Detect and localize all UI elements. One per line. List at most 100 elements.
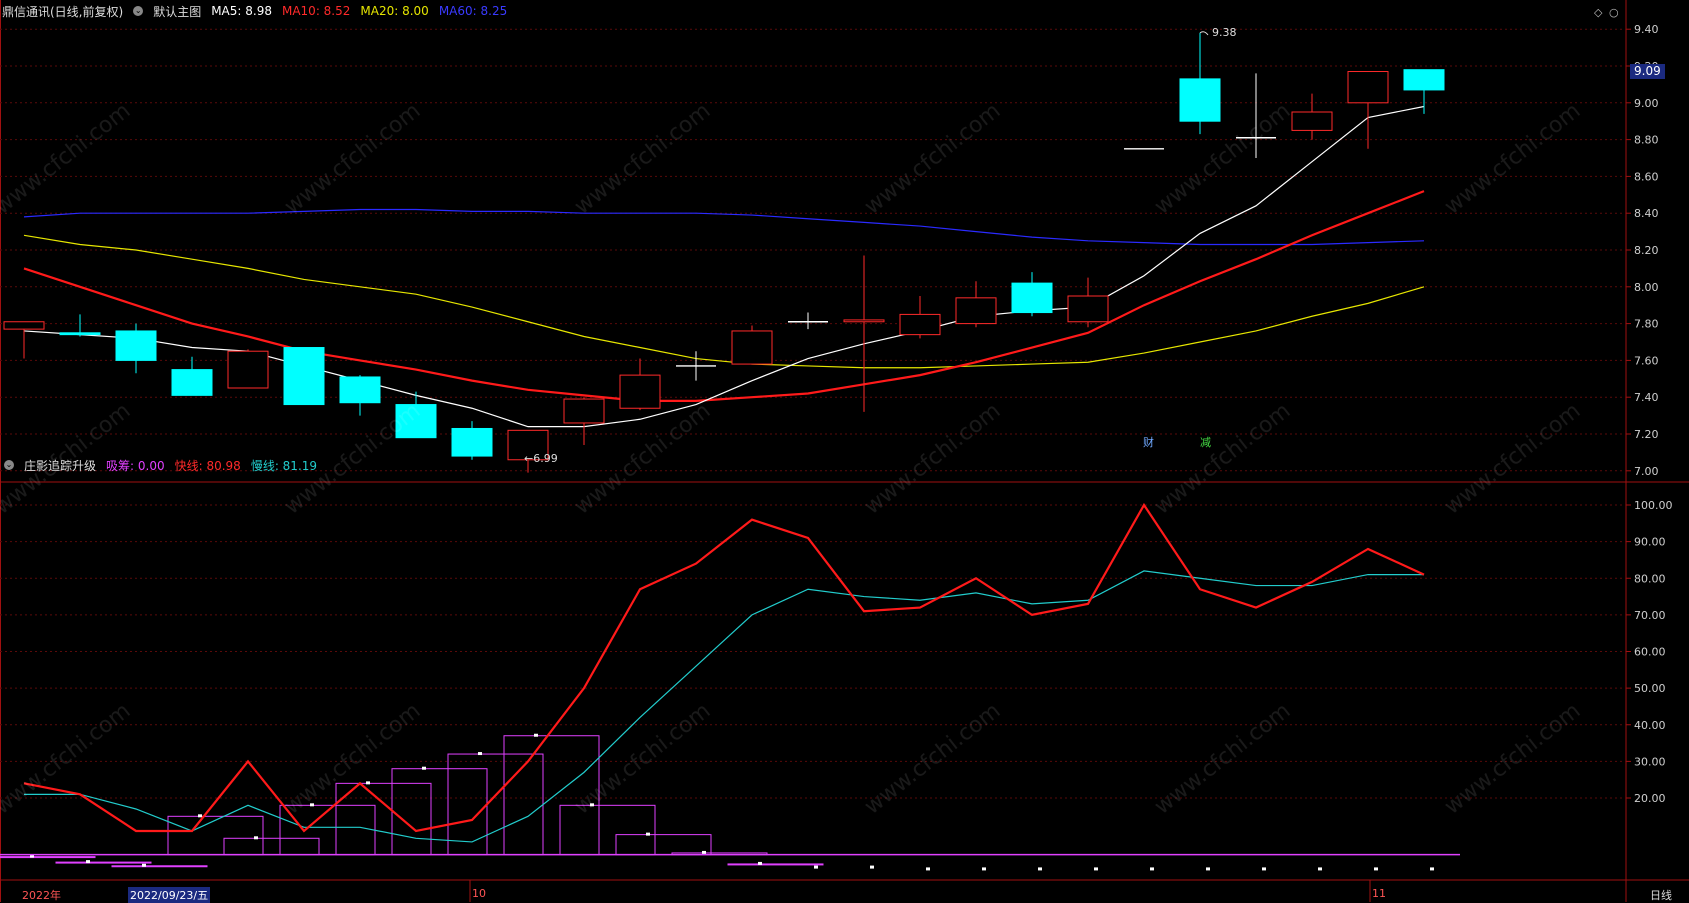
candle-body	[1179, 78, 1221, 122]
high-annotation: 9.38	[1212, 26, 1237, 39]
y-tick-label: 8.00	[1634, 281, 1659, 294]
ma-line-ma20	[23, 234, 1425, 369]
xichou-bar	[167, 815, 264, 856]
xichou-dot	[1038, 867, 1042, 871]
chevron-down-icon[interactable]: ⌄	[4, 460, 14, 470]
xichou-dot	[1374, 867, 1378, 871]
candle-body	[171, 369, 213, 396]
y-tick-label: 8.60	[1634, 170, 1659, 183]
xichou-dot	[702, 850, 706, 854]
xichou-dot	[534, 733, 538, 737]
chevron-down-icon[interactable]: ⌄	[133, 6, 144, 16]
candle-body	[1067, 295, 1109, 323]
y-tick-label: 7.20	[1634, 428, 1659, 441]
xichou-dot	[926, 867, 930, 871]
slow-line-label: 慢线: 81.19	[250, 458, 318, 473]
candle-body	[1011, 282, 1053, 314]
xichou-dot	[198, 814, 202, 818]
xichou-bar	[223, 837, 320, 856]
xichou-dot	[142, 863, 146, 867]
xichou-dot	[422, 766, 426, 770]
main-chart-header: 鼎信通讯(日线,前复权) ⌄ 默认主图 MA5: 8.98 MA10: 8.52…	[2, 2, 507, 20]
stock-title[interactable]: 鼎信通讯(日线,前复权)	[2, 3, 123, 20]
candle-body	[843, 319, 885, 323]
xichou-dot	[366, 781, 370, 785]
xichou-dot	[254, 836, 258, 840]
xichou-dot	[1206, 867, 1210, 871]
candle-body	[115, 330, 157, 361]
settings-icon[interactable]: ○	[1609, 6, 1619, 19]
xichou-bar	[335, 782, 432, 856]
fast-line	[23, 502, 1425, 833]
xichou-dot	[1150, 867, 1154, 871]
ma60-label: MA60: 8.25	[438, 4, 508, 18]
y-tick-label: 8.20	[1634, 244, 1659, 257]
y-tick-label: 90.00	[1634, 536, 1666, 549]
xichou-dot	[1318, 867, 1322, 871]
chart-name[interactable]: 默认主图	[153, 3, 201, 20]
x-label-year: 2022年	[22, 889, 61, 902]
xichou-bar	[559, 804, 656, 856]
high-marker	[1199, 31, 1209, 36]
y-tick-label: 7.60	[1634, 354, 1659, 367]
candle-body	[563, 398, 605, 424]
ma20-label: MA20: 8.00	[360, 4, 429, 18]
xichou-dot	[1094, 867, 1098, 871]
finance-event-marker[interactable]: 财	[1143, 434, 1154, 450]
xichou-bar	[0, 856, 96, 859]
candle-body	[1291, 111, 1333, 131]
y-tick-label: 8.40	[1634, 207, 1659, 220]
reduce-event-marker[interactable]: 减	[1200, 434, 1211, 450]
fast-line-label: 快线: 80.98	[174, 458, 241, 473]
candle-body	[1347, 71, 1389, 104]
period-label[interactable]: 日线	[1650, 887, 1672, 903]
y-tick-label: 9.40	[1634, 23, 1659, 36]
xichou-dot	[758, 861, 762, 865]
y-tick-label: 8.80	[1634, 134, 1659, 147]
xichou-bar	[111, 865, 208, 868]
candle-body	[283, 347, 325, 406]
xichou-label: 吸筹: 0.00	[106, 458, 165, 473]
xichou-dot	[646, 832, 650, 836]
xichou-dot	[814, 865, 818, 869]
y-tick-label: 100.00	[1634, 499, 1673, 512]
sub-chart-header: ⌄ 庄影追踪升级 吸筹: 0.00 快线: 80.98 慢线: 81.19	[4, 456, 317, 474]
y-tick-label: 50.00	[1634, 682, 1666, 695]
diamond-icon[interactable]: ◇	[1594, 6, 1602, 19]
candle-body	[731, 330, 773, 365]
ma10-label: MA10: 8.52	[281, 4, 351, 18]
y-tick-label: 7.80	[1634, 318, 1659, 331]
candle-body	[955, 297, 997, 325]
slow-line	[24, 570, 1424, 843]
xichou-dot	[478, 752, 482, 756]
xichou-dot	[1262, 867, 1266, 871]
y-tick-label: 7.00	[1634, 465, 1659, 478]
x-label-date: 2022/09/23/五	[128, 887, 211, 903]
y-tick-label: 30.00	[1634, 755, 1666, 768]
y-tick-label: 9.00	[1634, 97, 1659, 110]
y-tick-label: 60.00	[1634, 646, 1666, 659]
candle-body	[227, 350, 269, 389]
xichou-bar	[615, 834, 712, 856]
xichou-bar	[727, 863, 824, 866]
xichou-bar	[55, 861, 152, 864]
x-label-oct: 10	[472, 887, 486, 900]
xichou-dot	[982, 867, 986, 871]
candle-body	[619, 374, 661, 409]
candle-body	[1403, 69, 1445, 91]
candle-body	[59, 332, 101, 336]
low-annotation: ←6.99	[524, 452, 558, 465]
y-tick-label: 7.40	[1634, 391, 1659, 404]
candle-body	[451, 427, 493, 457]
x-label-nov: 11	[1372, 887, 1386, 900]
xichou-dot	[86, 860, 90, 864]
y-tick-label: 20.00	[1634, 792, 1666, 805]
current-price-tag: 9.09	[1630, 64, 1665, 79]
chart-canvas: 9.409.209.008.808.608.408.208.007.807.60…	[0, 0, 1689, 902]
y-tick-label: 70.00	[1634, 609, 1666, 622]
candle-body	[899, 313, 941, 336]
indicator-name[interactable]: 庄影追踪升级	[24, 457, 96, 474]
candle-body	[339, 376, 381, 404]
y-tick-label: 80.00	[1634, 572, 1666, 585]
ma5-label: MA5: 8.98	[211, 4, 272, 18]
